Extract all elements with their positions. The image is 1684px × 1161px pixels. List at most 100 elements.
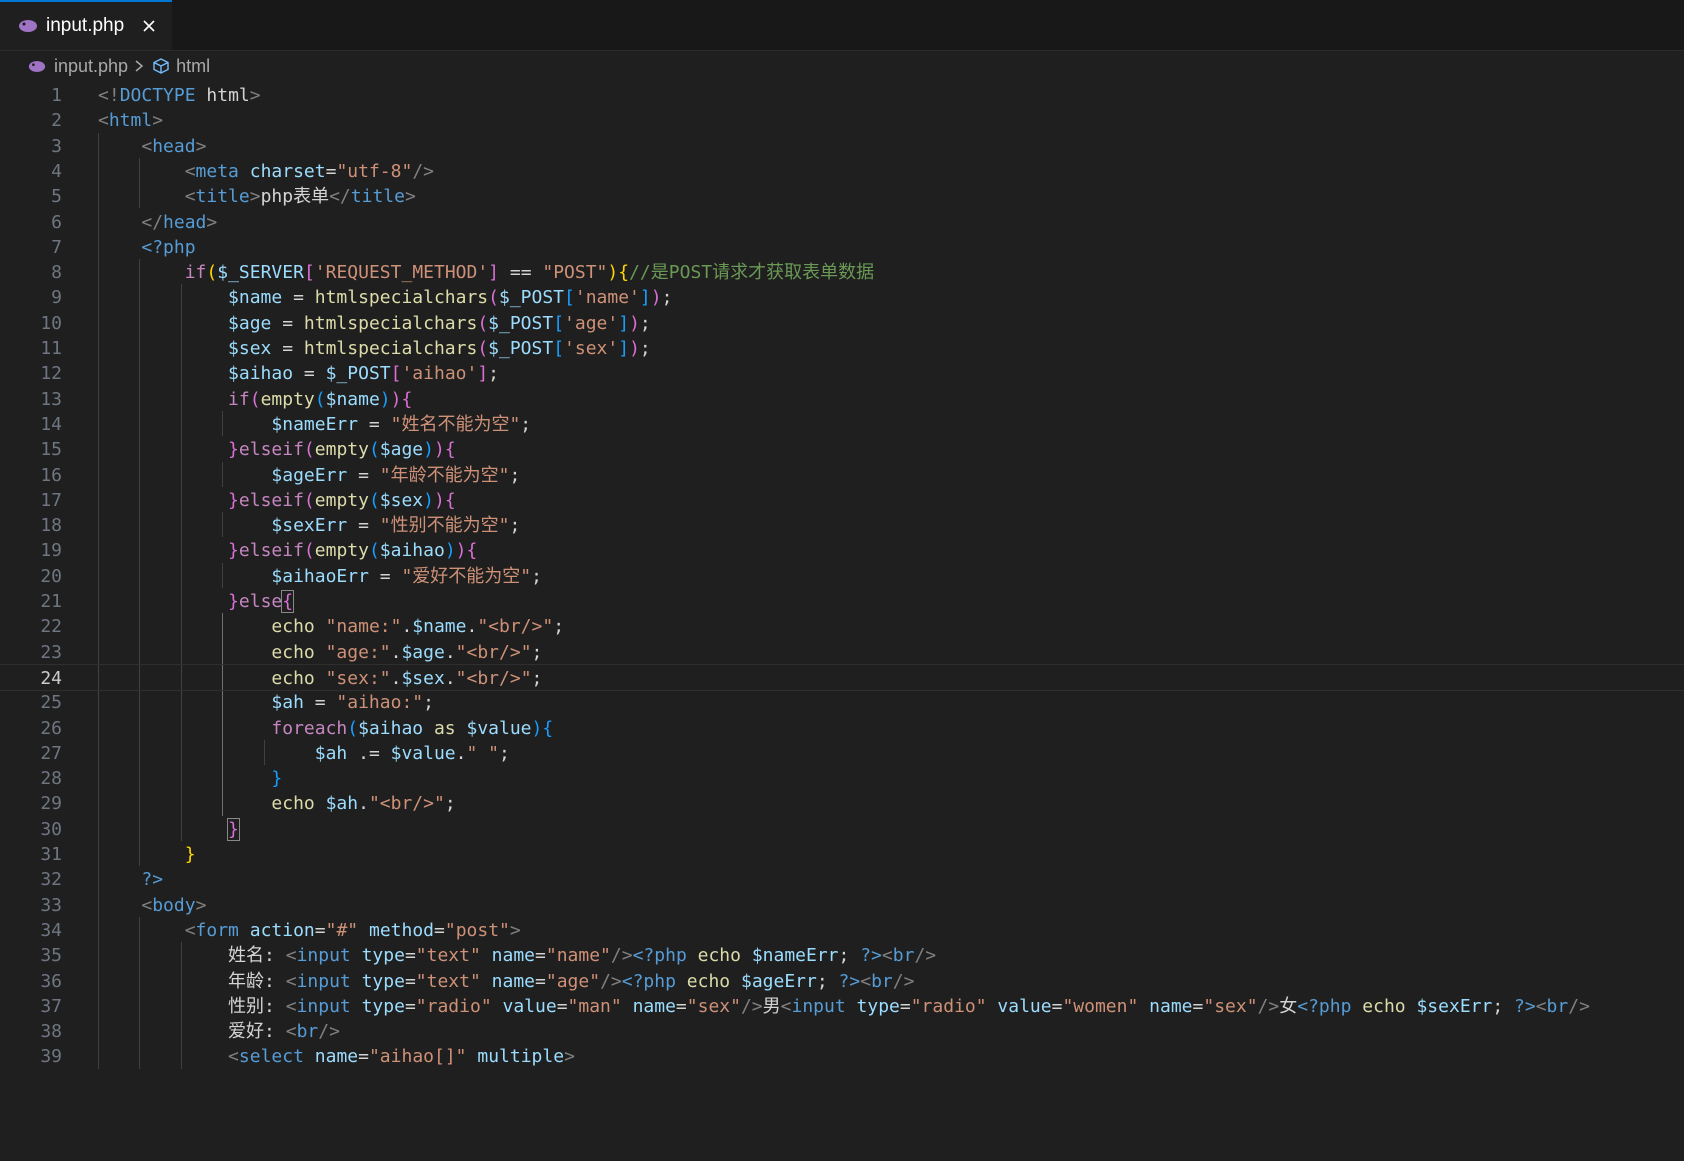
code-text: if(empty($name)){ bbox=[98, 386, 412, 413]
code-line[interactable]: 9 $name = htmlspecialchars($_POST['name'… bbox=[0, 284, 1684, 311]
code-line[interactable]: 37 性别: <input type="radio" value="man" n… bbox=[0, 993, 1684, 1020]
code-token: ?> bbox=[1514, 995, 1536, 1017]
code-editor[interactable]: 1 <!DOCTYPE html> 2 <html> 3 <head> 4 <meta c… bbox=[0, 82, 1684, 1161]
code-line[interactable]: 36 年龄: <input type="text" name="age"/><?… bbox=[0, 968, 1684, 995]
code-token: = bbox=[1051, 995, 1063, 1017]
code-line[interactable]: 39 <select name="aihao[]" multiple> bbox=[0, 1043, 1684, 1070]
code-token: < bbox=[184, 160, 196, 182]
code-token: "age:" bbox=[325, 641, 391, 663]
code-token: name bbox=[1149, 995, 1193, 1017]
php-icon bbox=[19, 20, 37, 32]
code-token: 年龄: bbox=[98, 970, 286, 992]
line-number: 37 bbox=[40, 995, 62, 1017]
code-text: 年龄: <input type="text" name="age"/><?php… bbox=[98, 968, 914, 995]
code-line[interactable]: 30 } bbox=[0, 816, 1684, 843]
code-line[interactable]: 22 echo "name:".$name."<br/>"; bbox=[0, 613, 1684, 640]
code-line[interactable]: 28 } bbox=[0, 765, 1684, 792]
line-number: 28 bbox=[40, 768, 62, 790]
code-token: ) bbox=[531, 717, 543, 739]
line-number: 17 bbox=[40, 489, 62, 511]
code-token: ( bbox=[249, 388, 261, 410]
code-token: type bbox=[856, 995, 900, 1017]
code-line[interactable]: 25 $ah = "aihao:"; bbox=[0, 689, 1684, 716]
breadcrumb-symbol[interactable]: html bbox=[176, 56, 210, 77]
code-token: . bbox=[390, 667, 402, 689]
code-line[interactable]: 18 $sexErr = "性别不能为空"; bbox=[0, 512, 1684, 539]
code-text: <select name="aihao[]" multiple> bbox=[98, 1043, 575, 1070]
code-line[interactable]: 26 foreach($aihao as $value){ bbox=[0, 715, 1684, 742]
code-line[interactable]: 7 <?php bbox=[0, 234, 1684, 261]
code-token: echo bbox=[271, 616, 315, 638]
code-line[interactable]: 8 if($_SERVER['REQUEST_METHOD'] == "POST… bbox=[0, 259, 1684, 286]
code-line[interactable]: 2 <html> bbox=[0, 107, 1684, 134]
code-token: htmlspecialchars bbox=[314, 287, 489, 309]
code-token: 'aihao' bbox=[401, 363, 478, 385]
code-line[interactable]: 32 ?> bbox=[0, 866, 1684, 893]
code-token: $sexErr bbox=[1416, 995, 1493, 1017]
code-token: "<br/>" bbox=[477, 616, 554, 638]
code-token: ] bbox=[639, 287, 651, 309]
code-line[interactable]: 27 $ah .= $value." "; bbox=[0, 740, 1684, 767]
code-line[interactable]: 12 $aihao = $_POST['aihao']; bbox=[0, 360, 1684, 387]
code-token: ( bbox=[303, 489, 315, 511]
code-token: "#" bbox=[325, 919, 359, 941]
code-token: == bbox=[499, 262, 543, 284]
code-line[interactable]: 33 <body> bbox=[0, 892, 1684, 919]
code-token: $aihao bbox=[379, 540, 445, 562]
code-line[interactable]: 20 $aihaoErr = "爱好不能为空"; bbox=[0, 563, 1684, 590]
code-token: $_SERVER bbox=[217, 262, 304, 284]
code-line[interactable]: 3 <head> bbox=[0, 133, 1684, 160]
code-line[interactable]: 24 echo "sex:".$sex."<br/>"; bbox=[0, 663, 1684, 692]
code-token: $value bbox=[466, 717, 532, 739]
code-line[interactable]: 13 if(empty($name)){ bbox=[0, 386, 1684, 413]
code-line[interactable]: 29 echo $ah."<br/>"; bbox=[0, 790, 1684, 817]
line-number: 30 bbox=[40, 818, 62, 840]
breadcrumb-file[interactable]: input.php bbox=[54, 56, 128, 77]
code-token: "aihao:" bbox=[336, 692, 424, 714]
code-token: as bbox=[433, 717, 456, 739]
code-line[interactable]: 34 <form action="#" method="post"> bbox=[0, 917, 1684, 944]
code-token: = bbox=[1192, 995, 1204, 1017]
code-token: = bbox=[368, 565, 402, 587]
code-line[interactable]: 17 }elseif(empty($sex)){ bbox=[0, 487, 1684, 514]
code-line[interactable]: 38 爱好: <br/> bbox=[0, 1018, 1684, 1045]
code-line[interactable]: 19 }elseif(empty($aihao)){ bbox=[0, 537, 1684, 564]
code-token: /> bbox=[740, 995, 763, 1017]
code-line[interactable]: 23 echo "age:".$age."<br/>"; bbox=[0, 639, 1684, 666]
code-token: /> bbox=[1568, 995, 1590, 1017]
code-line[interactable]: 4 <meta charset="utf-8"/> bbox=[0, 158, 1684, 185]
close-icon[interactable] bbox=[142, 19, 156, 33]
code-line[interactable]: 1 <!DOCTYPE html> bbox=[0, 82, 1684, 109]
code-text: <!DOCTYPE html> bbox=[98, 82, 261, 109]
code-line[interactable]: 15 }elseif(empty($age)){ bbox=[0, 436, 1684, 463]
code-text: <meta charset="utf-8"/> bbox=[98, 158, 434, 185]
code-line[interactable]: 31 } bbox=[0, 841, 1684, 868]
code-token: ( bbox=[368, 489, 380, 511]
code-line[interactable]: 14 $nameErr = "姓名不能为空"; bbox=[0, 411, 1684, 438]
code-token: "sex" bbox=[686, 995, 741, 1017]
code-line[interactable]: 6 </head> bbox=[0, 209, 1684, 236]
tab-input-php[interactable]: input.php bbox=[0, 0, 172, 50]
code-token: ( bbox=[368, 540, 380, 562]
code-line[interactable]: 10 $age = htmlspecialchars($_POST['age']… bbox=[0, 310, 1684, 337]
code-token: br bbox=[296, 1021, 319, 1043]
line-number: 25 bbox=[40, 692, 62, 714]
code-token: = bbox=[358, 413, 391, 435]
code-token: ; bbox=[838, 945, 861, 967]
code-token: $aihao bbox=[228, 363, 294, 385]
code-text: $age = htmlspecialchars($_POST['age']); bbox=[98, 310, 651, 337]
code-line[interactable]: 21 }else{ bbox=[0, 588, 1684, 615]
code-line[interactable]: 35 姓名: <input type="text" name="name"/><… bbox=[0, 942, 1684, 969]
code-token: /> bbox=[600, 970, 622, 992]
code-line[interactable]: 16 $ageErr = "年龄不能为空"; bbox=[0, 462, 1684, 489]
code-line[interactable]: 5 <title>php表单</title> bbox=[0, 183, 1684, 210]
code-line[interactable]: 11 $sex = htmlspecialchars($_POST['sex']… bbox=[0, 335, 1684, 362]
code-token: php表单 bbox=[260, 186, 330, 208]
